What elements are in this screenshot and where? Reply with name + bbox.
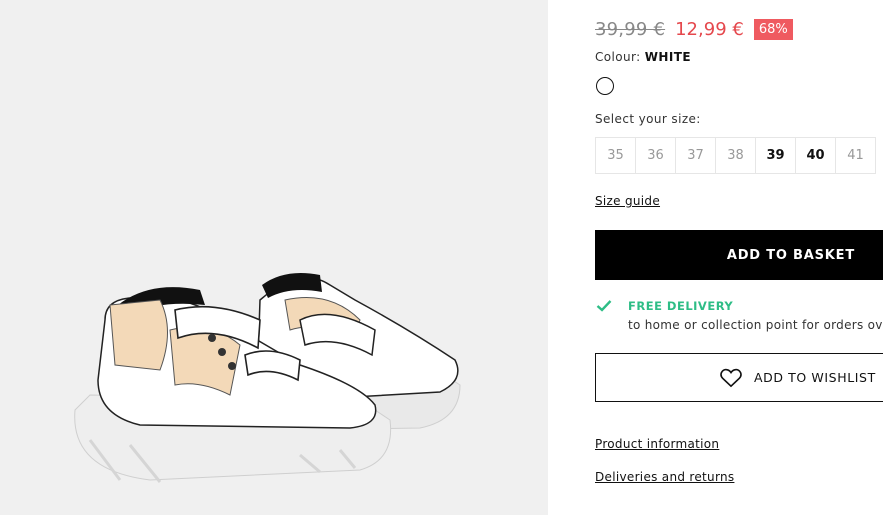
size-option-37[interactable]: 37 [675, 137, 716, 174]
add-to-basket-button[interactable]: ADD TO BASKET [595, 230, 883, 280]
size-label: Select your size: [595, 112, 701, 126]
free-delivery-description: to home or collection point for orders o… [628, 318, 883, 332]
check-icon [596, 300, 612, 312]
discount-badge: 68% [753, 18, 793, 40]
wishlist-label: ADD TO WISHLIST [754, 370, 876, 385]
size-guide-link[interactable]: Size guide [595, 194, 660, 208]
size-option-38[interactable]: 38 [715, 137, 756, 174]
sneaker-image [74, 272, 461, 483]
colour-swatch-white[interactable] [596, 77, 614, 95]
size-option-35[interactable]: 35 [595, 137, 636, 174]
size-option-40[interactable]: 40 [795, 137, 836, 174]
colour-value: WHITE [644, 50, 691, 64]
colour-label-text: Colour: [595, 50, 645, 64]
price-row: 39,99 € 12,99 € 68% [595, 16, 793, 42]
deliveries-returns-link[interactable]: Deliveries and returns [595, 470, 734, 484]
size-selector: 35 36 37 38 39 40 41 [595, 137, 876, 174]
sale-price: 12,99 € [675, 18, 744, 40]
heart-icon [720, 368, 742, 387]
add-to-wishlist-button[interactable]: ADD TO WISHLIST [595, 353, 883, 402]
product-image[interactable] [0, 0, 548, 515]
size-option-39[interactable]: 39 [755, 137, 796, 174]
colour-label: Colour: WHITE [595, 50, 691, 64]
size-option-41[interactable]: 41 [835, 137, 876, 174]
free-delivery-title: FREE DELIVERY [628, 299, 734, 313]
product-information-link[interactable]: Product information [595, 437, 719, 451]
old-price: 39,99 € [595, 18, 666, 40]
size-option-36[interactable]: 36 [635, 137, 676, 174]
